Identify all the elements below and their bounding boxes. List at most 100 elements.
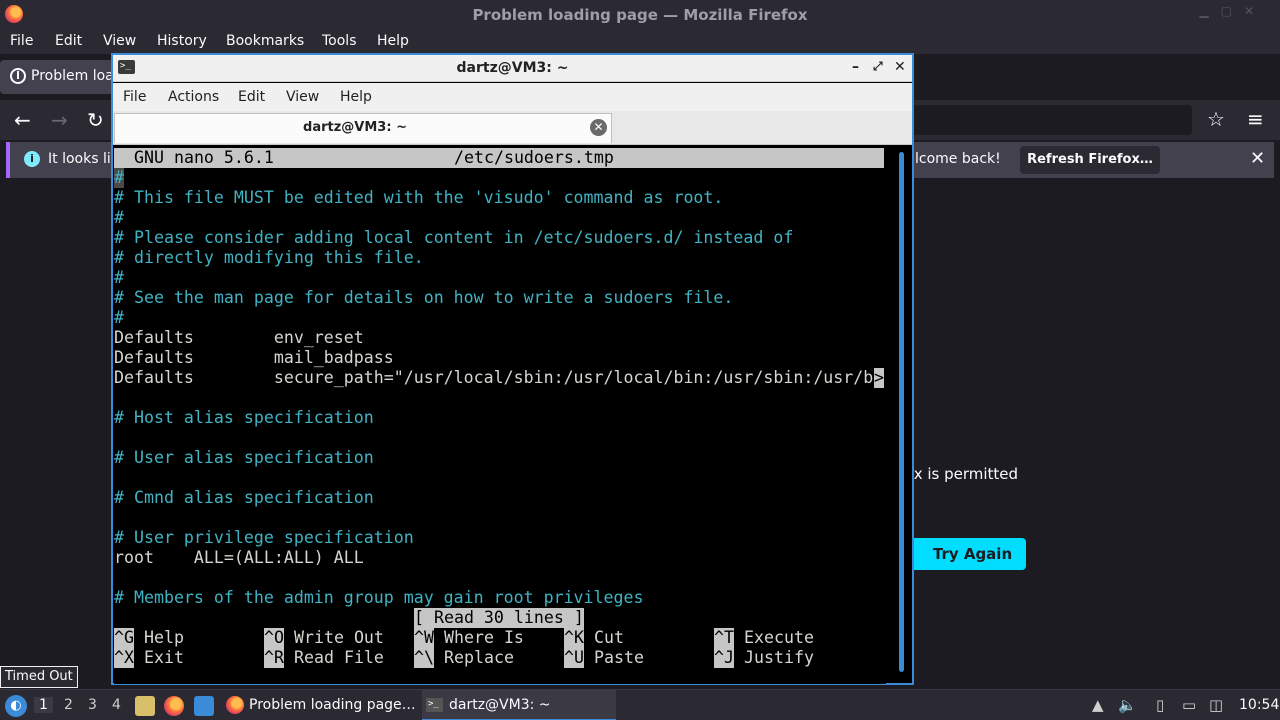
terminal-scrollbar[interactable] bbox=[897, 148, 907, 678]
close-icon[interactable]: ✕ bbox=[894, 59, 906, 75]
maximize-icon[interactable]: ⤢ bbox=[873, 59, 883, 74]
terminal-window-title: dartz@VM3: ~ bbox=[456, 60, 569, 76]
nano-text-line: # See the man page for details on how to… bbox=[114, 288, 734, 307]
taskbar-task-terminal[interactable]: >_ dartz@VM3: ~ bbox=[422, 690, 616, 720]
firefox-window-title: Problem loading page — Mozilla Firefox bbox=[472, 6, 808, 24]
workspace-1[interactable]: 1 bbox=[34, 697, 53, 713]
terminal-menu-actions[interactable]: Actions bbox=[168, 89, 219, 105]
nano-text-line: Defaults env_reset bbox=[114, 328, 364, 347]
terminal-tab-label: dartz@VM3: ~ bbox=[303, 120, 407, 135]
firefox-icon bbox=[226, 696, 244, 714]
firefox-menu-bookmarks[interactable]: Bookmarks bbox=[226, 33, 304, 49]
nano-shortcut-label: Paste bbox=[594, 648, 644, 667]
nano-shortcut-label: Cut bbox=[594, 628, 624, 647]
terminal-window: >_ dartz@VM3: ~ – ⤢ ✕ File Actions Edit … bbox=[111, 53, 914, 685]
firefox-tab-label: Problem loa bbox=[31, 68, 114, 84]
firefox-menu-file[interactable]: File bbox=[10, 33, 33, 49]
workspace-3[interactable]: 3 bbox=[88, 697, 97, 713]
workspace-4[interactable]: 4 bbox=[112, 697, 121, 713]
terminal-menu-help[interactable]: Help bbox=[340, 89, 372, 105]
terminal-tabbar: dartz@VM3: ~ ✕ bbox=[113, 111, 912, 145]
nano-shortcut-label: Write Out bbox=[294, 628, 384, 647]
taskbar-task-firefox[interactable]: Problem loading page… bbox=[222, 690, 418, 720]
nano-shortcut-key: ^T bbox=[714, 628, 734, 648]
terminal-titlebar[interactable]: >_ dartz@VM3: ~ – ⤢ ✕ bbox=[113, 55, 912, 82]
url-bar[interactable] bbox=[912, 105, 1192, 135]
nano-text-line: # bbox=[114, 308, 124, 327]
back-arrow-icon[interactable]: ← bbox=[14, 108, 31, 132]
terminal-menu-file[interactable]: File bbox=[123, 89, 146, 105]
nano-shortcut-label: Execute bbox=[744, 628, 814, 647]
firefox-launcher-icon[interactable] bbox=[164, 696, 184, 716]
scrollbar-thumb[interactable] bbox=[899, 152, 904, 672]
nano-text-line: # bbox=[114, 168, 124, 187]
firefox-window-controls[interactable]: ▁▢✕ bbox=[1199, 4, 1266, 18]
line-overflow-marker: > bbox=[874, 368, 884, 388]
nano-shortcut-key: ^W bbox=[414, 628, 434, 648]
info-icon: i bbox=[24, 151, 40, 167]
nano-shortcut-key: ^O bbox=[264, 628, 284, 648]
display-icon[interactable]: ▭ bbox=[1182, 696, 1196, 714]
nano-shortcut-key: ^\ bbox=[414, 648, 434, 668]
nano-filename: /etc/sudoers.tmp bbox=[454, 148, 614, 167]
firefox-menu-tools[interactable]: Tools bbox=[322, 33, 357, 49]
firefox-menu-view[interactable]: View bbox=[103, 33, 136, 49]
firefox-menubar: File Edit View History Bookmarks Tools H… bbox=[0, 30, 1280, 54]
nano-text-line: root ALL=(ALL:ALL) ALL bbox=[114, 548, 364, 567]
terminal-menu-edit[interactable]: Edit bbox=[238, 89, 265, 105]
nano-status-message: [ Read 30 lines ] bbox=[414, 608, 584, 628]
warning-icon bbox=[10, 68, 26, 84]
nano-shortcut-key: ^J bbox=[714, 648, 734, 668]
taskbar-task-label: dartz@VM3: ~ bbox=[449, 697, 551, 713]
firefox-menu-help[interactable]: Help bbox=[377, 33, 409, 49]
nano-header: GNU nano 5.6.1/etc/sudoers.tmp bbox=[114, 148, 884, 168]
workspace-2[interactable]: 2 bbox=[64, 697, 73, 713]
nano-text-line: # Cmnd alias specification bbox=[114, 488, 374, 507]
files-launcher-icon[interactable] bbox=[135, 696, 155, 716]
nano-shortcut-label: Exit bbox=[144, 648, 184, 667]
nano-editor[interactable]: GNU nano 5.6.1/etc/sudoers.tmp # # This f… bbox=[114, 148, 886, 684]
nano-text-line: # Please consider adding local content i… bbox=[114, 228, 794, 247]
app-menu-icon[interactable]: ◐ bbox=[5, 695, 27, 717]
notification-text: It looks lik bbox=[48, 151, 119, 167]
minimize-icon[interactable]: – bbox=[852, 59, 859, 75]
try-again-button[interactable]: Try Again bbox=[905, 538, 1026, 570]
terminal-tab[interactable]: dartz@VM3: ~ ✕ bbox=[114, 113, 612, 143]
terminal-menu-view[interactable]: View bbox=[286, 89, 319, 105]
forward-arrow-icon[interactable]: → bbox=[51, 108, 68, 132]
taskbar: ◐ 1 2 3 4 Problem loading page… >_ dartz… bbox=[0, 689, 1280, 720]
nano-app-version: GNU nano 5.6.1 bbox=[134, 148, 274, 167]
firefox-menu-edit[interactable]: Edit bbox=[55, 33, 82, 49]
nano-text-line: # bbox=[114, 208, 124, 227]
nano-shortcut-key: ^X bbox=[114, 648, 134, 668]
bookmark-star-icon[interactable]: ☆ bbox=[1207, 107, 1225, 131]
status-tooltip: Timed Out bbox=[0, 666, 78, 688]
nano-text-line: # Host alias specification bbox=[114, 408, 374, 427]
nano-text-line: # directly modifying this file. bbox=[114, 248, 424, 267]
nano-shortcut-key: ^K bbox=[564, 628, 584, 648]
nano-text-line: # This file MUST be edited with the 'vis… bbox=[114, 188, 724, 207]
firefox-tab[interactable]: Problem loa bbox=[0, 60, 115, 94]
close-icon[interactable]: ✕ bbox=[1250, 148, 1265, 169]
terminal-menubar: File Actions Edit View Help bbox=[113, 83, 912, 111]
nano-text-line: # User privilege specification bbox=[114, 528, 414, 547]
desktop-launcher-icon[interactable] bbox=[194, 696, 214, 716]
nano-shortcut-label: Help bbox=[144, 628, 184, 647]
reload-icon[interactable]: ↻ bbox=[87, 108, 104, 132]
tab-close-icon[interactable]: ✕ bbox=[590, 119, 607, 136]
nano-shortcut-key: ^U bbox=[564, 648, 584, 668]
nano-text-line: Defaults secure_path="/usr/local/sbin:/u… bbox=[114, 368, 874, 387]
volume-icon[interactable]: 🔈 bbox=[1118, 696, 1137, 714]
nano-shortcut-label: Replace bbox=[444, 648, 514, 667]
hamburger-menu-icon[interactable]: ≡ bbox=[1247, 107, 1264, 131]
nano-text-line: # bbox=[114, 268, 124, 287]
nano-shortcut-key: ^R bbox=[264, 648, 284, 668]
error-page-text: ox is permitted bbox=[905, 465, 1019, 483]
tray-expand-icon[interactable]: ▲ bbox=[1092, 696, 1104, 714]
refresh-firefox-button[interactable]: Refresh Firefox… bbox=[1020, 146, 1160, 174]
nano-shortcut-label: Where Is bbox=[444, 628, 524, 647]
clipboard-icon[interactable]: ▯ bbox=[1156, 696, 1164, 714]
firefox-menu-history[interactable]: History bbox=[157, 33, 207, 49]
notification-icon[interactable]: ◫ bbox=[1209, 696, 1223, 714]
taskbar-task-label: Problem loading page… bbox=[249, 697, 416, 713]
